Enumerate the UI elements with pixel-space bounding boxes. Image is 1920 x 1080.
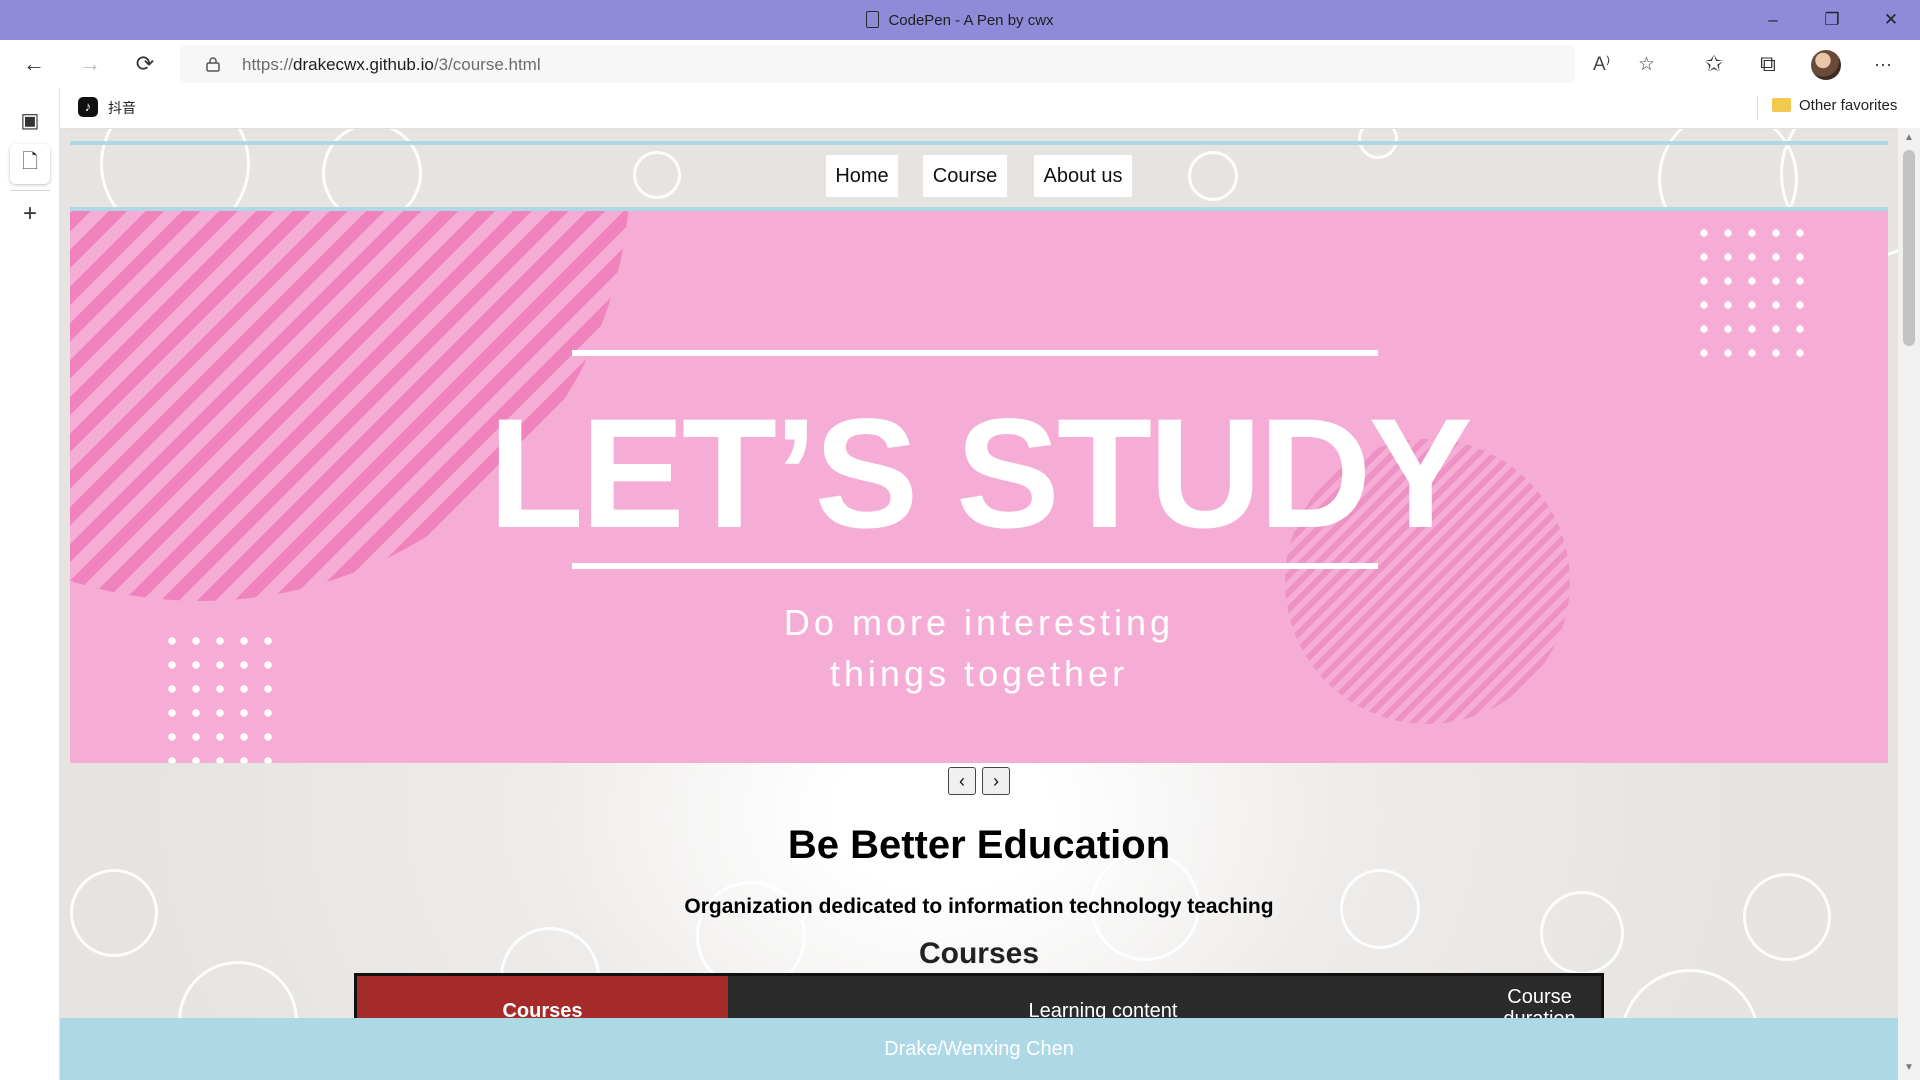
scroll-up-icon[interactable]: ▲ [1904, 132, 1914, 143]
address-bar[interactable]: https://drakecwx.github.io/3/course.html… [180, 45, 1655, 83]
page-subheading: Organization dedicated to information te… [684, 895, 1274, 918]
banner-bottom-line [572, 563, 1378, 569]
folder-icon [1772, 98, 1791, 112]
banner-subtitle-line2: things together [829, 653, 1129, 694]
tab-actions-icon: ▣ [20, 109, 40, 132]
tab-current-page[interactable]: 🗋 [10, 144, 50, 184]
new-tab-button[interactable]: + [10, 194, 50, 234]
add-favorite-icon[interactable]: ☆ [1638, 53, 1655, 76]
lock-icon[interactable] [206, 56, 220, 72]
dot-grid-decoration [160, 629, 274, 763]
arrow-left-icon: ← [23, 51, 45, 76]
collections-icon: ⧉ [1760, 51, 1776, 76]
tab-actions-button[interactable]: ▣ [10, 100, 50, 140]
favorites-button[interactable]: ✩ [1694, 44, 1734, 84]
refresh-button[interactable]: ⟳ [125, 44, 165, 84]
page-viewport: Home Course About us LET’S STUDY Do more… [60, 128, 1898, 1080]
favorites-bar: ♪ 抖音 Other favorites [60, 88, 1920, 128]
page-footer: Drake/Wenxing Chen [60, 1018, 1898, 1080]
nav-top-border [70, 141, 1888, 145]
document-icon [866, 11, 880, 28]
refresh-icon: ⟳ [135, 51, 155, 76]
nav-home[interactable]: Home [826, 155, 898, 197]
window-title: CodePen - A Pen by cwx [0, 11, 1920, 29]
window-title-bar: CodePen - A Pen by cwx – ❐ ✕ [0, 0, 1920, 40]
collections-button[interactable]: ⧉ [1748, 44, 1788, 84]
back-button[interactable]: ← [14, 44, 54, 84]
more-icon: ··· [1874, 53, 1892, 74]
banner-top-line [572, 350, 1378, 356]
favorites-divider [1757, 96, 1758, 120]
page-scrollbar[interactable]: ▲ ▼ [1898, 128, 1920, 1080]
page-icon: 🗋 [21, 151, 39, 173]
other-favorites-button[interactable]: Other favorites [1772, 97, 1897, 114]
read-aloud-icon[interactable]: A⁾ [1593, 53, 1610, 76]
profile-avatar[interactable] [1811, 50, 1841, 80]
tiktok-icon[interactable]: ♪ [78, 97, 98, 117]
restore-button[interactable]: ❐ [1803, 0, 1861, 40]
banner-headline: LET’S STUDY [488, 387, 1472, 561]
arrow-right-icon: → [79, 51, 101, 76]
favorite-item-label[interactable]: 抖音 [108, 98, 136, 118]
plus-icon: + [22, 200, 37, 227]
banner-subtitle-line1: Do more interesting [783, 602, 1175, 643]
scroll-down-icon[interactable]: ▼ [1904, 1062, 1914, 1073]
scrollbar-thumb[interactable] [1903, 150, 1915, 346]
nav-about-us[interactable]: About us [1034, 155, 1132, 197]
sidebar-divider [10, 190, 50, 191]
browser-toolbar: ← → ⟳ https://drakecwx.github.io/3/cours… [0, 40, 1920, 88]
hero-banner: LET’S STUDY Do more interesting things t… [70, 211, 1888, 763]
dot-grid-decoration [1692, 221, 1806, 359]
url-text[interactable]: https://drakecwx.github.io/3/course.html [242, 55, 541, 75]
nav-course[interactable]: Course [923, 155, 1007, 197]
forward-button[interactable]: → [70, 44, 110, 84]
favorites-icon: ✩ [1704, 51, 1724, 76]
section-title: Courses [918, 937, 1040, 970]
more-button[interactable]: ··· [1863, 44, 1903, 84]
close-button[interactable]: ✕ [1862, 0, 1920, 40]
page-heading: Be Better Education [787, 823, 1171, 867]
minimize-button[interactable]: – [1744, 0, 1802, 40]
slider-next-button[interactable]: › [982, 767, 1010, 795]
slider-prev-button[interactable]: ‹ [948, 767, 976, 795]
vertical-tab-sidebar: ▣ 🗋 + [0, 88, 60, 1080]
